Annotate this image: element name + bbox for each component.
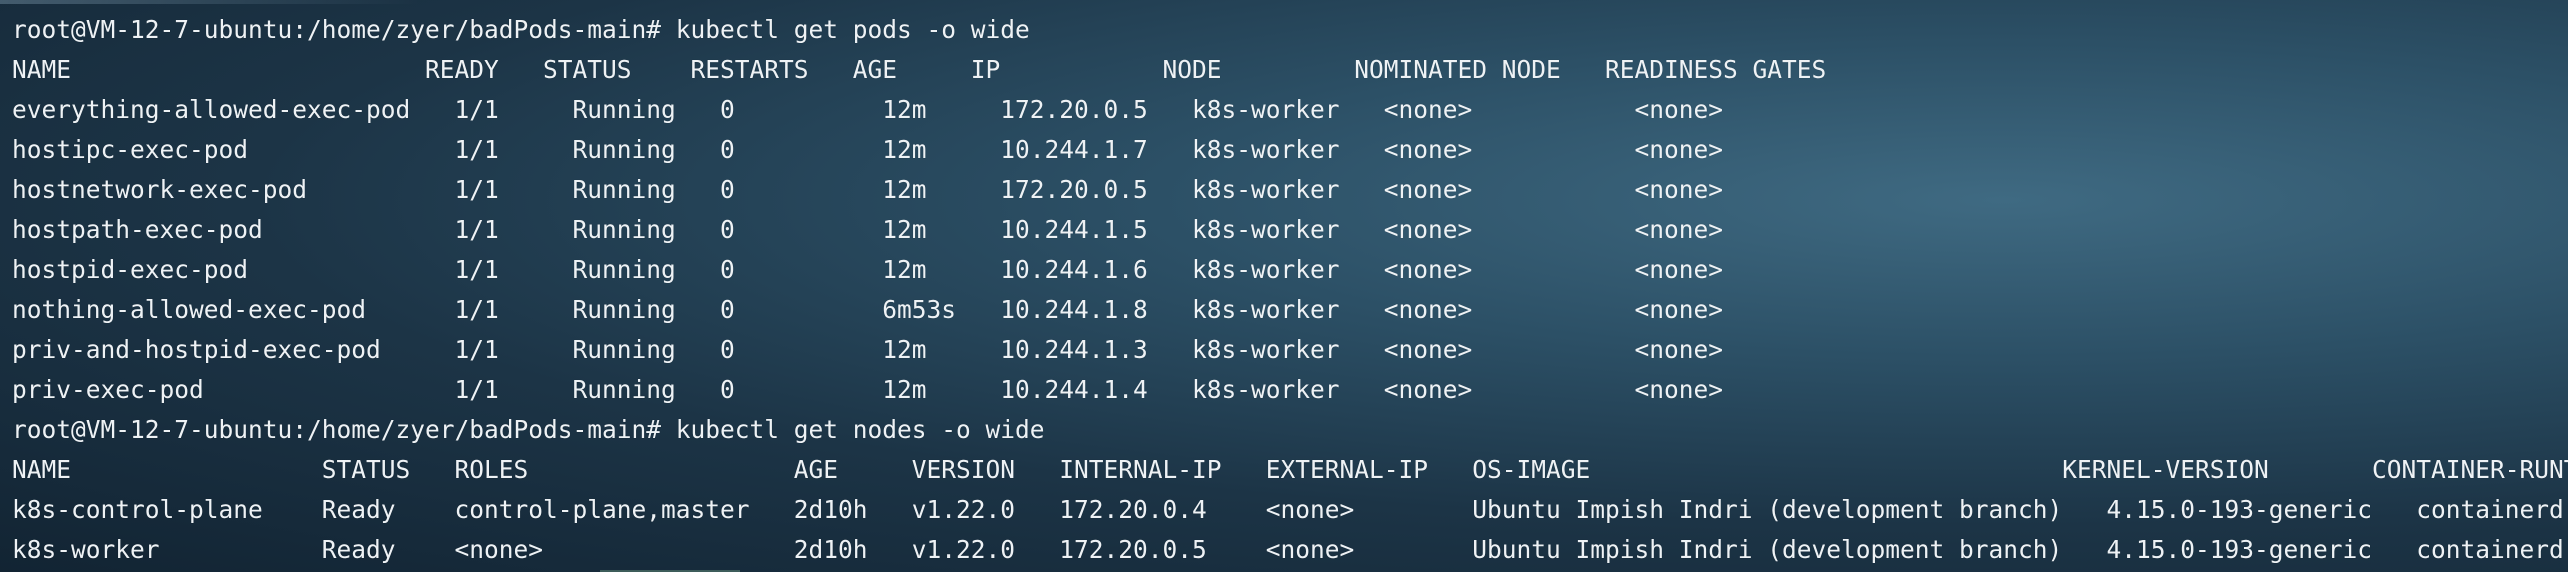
pods-table-header: NAME READY STATUS RESTARTS AGE IP NODE N…: [12, 55, 1827, 84]
nodes-table-row: k8s-control-plane Ready control-plane,ma…: [12, 495, 2568, 524]
pods-table-row: hostpath-exec-pod 1/1 Running 0 12m 10.2…: [12, 215, 1724, 244]
pods-table-row: priv-and-hostpid-exec-pod 1/1 Running 0 …: [12, 335, 1724, 364]
pods-table-row: everything-allowed-exec-pod 1/1 Running …: [12, 95, 1724, 124]
nodes-table-header: NAME STATUS ROLES AGE VERSION INTERNAL-I…: [12, 455, 2568, 484]
terminal-window[interactable]: root@VM-12-7-ubuntu:/home/zyer/badPods-m…: [0, 0, 2568, 572]
previous-output-edge: [0, 0, 420, 4]
nodes-table-row: k8s-worker Ready <none> 2d10h v1.22.0 17…: [12, 535, 2568, 564]
pods-table-row: nothing-allowed-exec-pod 1/1 Running 0 6…: [12, 295, 1724, 324]
pods-table-row: hostpid-exec-pod 1/1 Running 0 12m 10.24…: [12, 255, 1724, 284]
pods-table-row: hostnetwork-exec-pod 1/1 Running 0 12m 1…: [12, 175, 1724, 204]
pods-table-row: hostipc-exec-pod 1/1 Running 0 12m 10.24…: [12, 135, 1724, 164]
pods-table-row: priv-exec-pod 1/1 Running 0 12m 10.244.1…: [12, 375, 1724, 404]
terminal-line-prompt-nodes: root@VM-12-7-ubuntu:/home/zyer/badPods-m…: [12, 415, 1045, 444]
terminal-line-prompt-pods: root@VM-12-7-ubuntu:/home/zyer/badPods-m…: [12, 15, 1030, 44]
